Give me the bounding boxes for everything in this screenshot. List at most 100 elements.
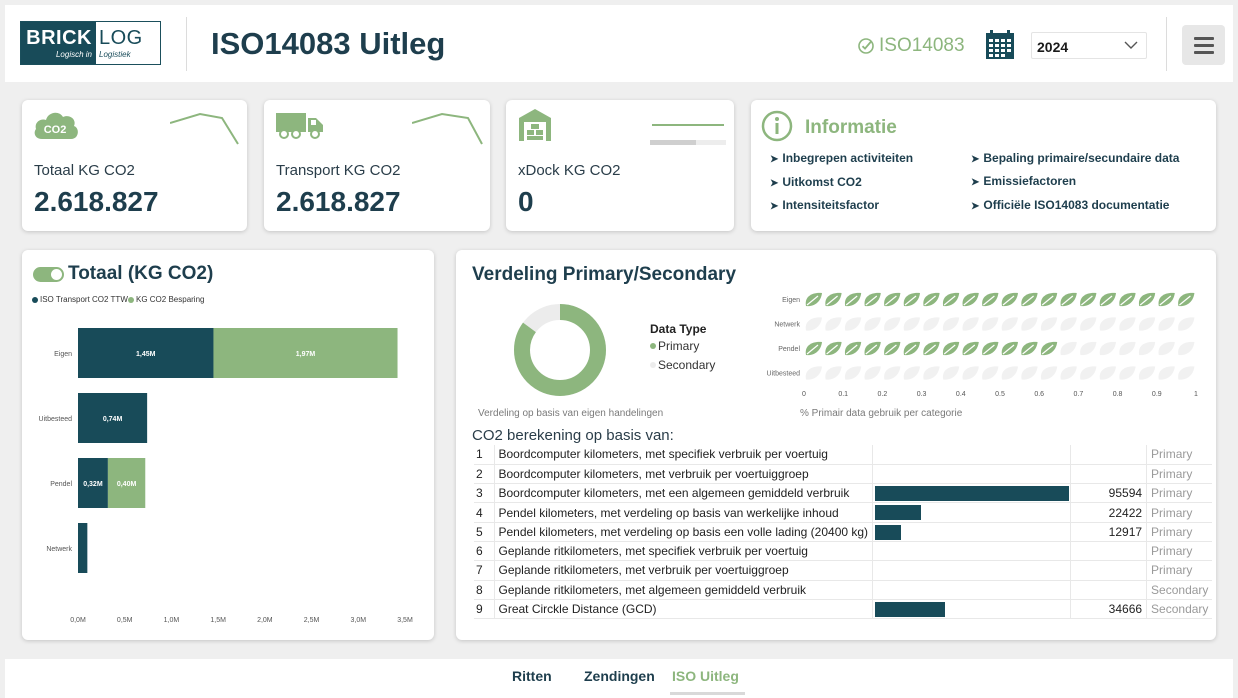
table-row[interactable]: 9 Great Circkle Distance (GCD) 34666 Second…	[474, 599, 1213, 620]
table-row[interactable]: 7 Geplande ritkilometers, met verbruik pe…	[474, 560, 1213, 581]
row-value	[1070, 464, 1147, 485]
kpi-card-totaal[interactable]: CO2 Totaal KG CO2 2.618.827	[22, 100, 247, 231]
category-label: Uitbesteed	[767, 371, 801, 378]
leaf-icon	[1021, 366, 1038, 380]
kpi-value: 2.618.827	[276, 186, 401, 217]
table-row[interactable]: 5 Pendel kilometers, met verdeling op bas…	[474, 522, 1213, 542]
leaf-icon	[1099, 341, 1116, 356]
year-value: 2024	[1037, 39, 1069, 55]
table-row[interactable]: 8 Geplande ritkilometers, met algemeen ge…	[474, 580, 1213, 600]
leaf-icon	[1021, 317, 1038, 331]
row-number: 2	[474, 464, 494, 485]
legend-item-primary[interactable]: Primary	[650, 339, 715, 353]
category-label: Pendel	[778, 346, 800, 353]
data-label: 0,40M	[117, 481, 137, 488]
tab-ritten[interactable]: Ritten	[512, 668, 552, 684]
row-value	[1070, 445, 1147, 465]
leaf-icon	[923, 366, 940, 380]
info-link-inbegrepen[interactable]: ➤ Inbegrepen activiteiten	[770, 151, 913, 165]
info-link-intensiteit[interactable]: ➤ Intensiteitsfactor	[770, 198, 879, 212]
kpi-sparkline	[170, 112, 239, 145]
x-tick-label: 0,5M	[117, 617, 133, 624]
value-bar	[875, 524, 902, 540]
bar-segment	[78, 523, 88, 573]
leaf-icon	[1158, 341, 1175, 356]
header-divider	[186, 17, 187, 71]
leaf-icon	[1138, 341, 1156, 356]
table-row[interactable]: 2 Boordcomputer kilometers, met verbruik …	[474, 464, 1213, 485]
table-row[interactable]: 4 Pendel kilometers, met verdeling op bas…	[474, 502, 1213, 523]
info-link-documentatie[interactable]: ➤ Officiële ISO14083 documentatie	[971, 198, 1169, 212]
row-value: 22422	[1070, 502, 1147, 523]
kpi-sparkline	[412, 112, 483, 145]
iso-badge[interactable]: ISO14083	[857, 35, 965, 57]
row-bar-cell	[872, 502, 1071, 523]
x-tick-label: 0.9	[1152, 391, 1162, 398]
leaf-icon	[1178, 317, 1195, 331]
header-divider-right	[1166, 17, 1167, 71]
info-link-bepaling[interactable]: ➤ Bepaling primaire/secundaire data	[971, 151, 1179, 165]
hamburger-menu-button[interactable]	[1182, 25, 1225, 65]
leaf-icon	[825, 366, 842, 380]
co2-table-heading: CO2 berekening op basis van:	[472, 427, 674, 444]
data-label: 1,97M	[296, 351, 316, 358]
tab-iso-uitleg[interactable]: ISO Uitleg	[672, 668, 739, 684]
row-description: Boordcomputer kilometers, met specifiek …	[493, 445, 873, 465]
leaf-icon	[1060, 366, 1077, 380]
check-circle-icon	[858, 38, 874, 54]
x-tick-label: 0	[802, 391, 806, 398]
svg-text:CO2: CO2	[44, 124, 67, 136]
row-value: 34666	[1070, 599, 1147, 620]
table-row[interactable]: 1 Boordcomputer kilometers, met specifiek…	[474, 445, 1213, 465]
co2-table: 1 Boordcomputer kilometers, met specifiek…	[474, 445, 1213, 620]
kpi-card-transport[interactable]: Transport KG CO2 2.618.827	[264, 100, 490, 231]
leaf-icon	[884, 317, 901, 331]
category-label: Uitbesteed	[39, 416, 73, 423]
donut-caption: Verdeling op basis van eigen handelingen	[478, 408, 664, 419]
data-label: 0,74M	[103, 416, 123, 423]
leaf-icon	[903, 317, 920, 331]
logo-tag-right: Logistiek	[99, 50, 131, 59]
chevron-right-icon: ➤	[770, 201, 779, 212]
truck-icon	[276, 113, 323, 139]
x-tick-label: 0.2	[878, 391, 888, 398]
info-link-emissiefactoren[interactable]: ➤ Emissiefactoren	[971, 174, 1076, 188]
row-type: Primary	[1146, 483, 1213, 504]
kpi-card-xdock[interactable]: xDock KG CO2 0	[506, 100, 734, 231]
row-number: 3	[474, 483, 494, 504]
legend-item-besparing[interactable]: KG CO2 Besparing	[128, 295, 204, 304]
page-title: ISO14083 Uitleg	[211, 26, 446, 61]
bricklog-logo: BRICK Logisch in LOG Logistiek	[20, 21, 161, 65]
year-select[interactable]: 2024	[1031, 32, 1147, 59]
data-label: 1,45M	[136, 351, 156, 358]
leaf-icon	[1040, 317, 1058, 331]
active-tab-indicator	[670, 692, 745, 695]
tab-zendingen[interactable]: Zendingen	[584, 668, 655, 684]
leaf-icon	[962, 366, 979, 380]
legend-item-secondary[interactable]: Secondary	[650, 358, 715, 372]
logo-brick-text: BRICK	[26, 27, 92, 49]
row-number: 4	[474, 502, 494, 523]
category-label: Netwerk	[46, 546, 72, 553]
row-number: 1	[474, 445, 494, 465]
legend-item-ttw[interactable]: ISO Transport CO2 TTW	[32, 295, 128, 304]
leaf-icon	[844, 366, 862, 380]
leaf-icon	[1119, 366, 1136, 380]
table-row[interactable]: 3 Boordcomputer kilometers, met een algem…	[474, 483, 1213, 504]
table-row[interactable]: 6 Geplande ritkilometers, met specifiek v…	[474, 541, 1213, 562]
row-type: Primary	[1146, 445, 1213, 465]
leaf-icon	[903, 366, 920, 380]
totaal-title: Totaal (KG CO2)	[68, 263, 214, 284]
iso-badge-label: ISO14083	[879, 35, 965, 56]
x-tick-label: 0.3	[917, 391, 927, 398]
toggle-switch[interactable]	[33, 267, 64, 282]
category-label: Eigen	[54, 351, 72, 358]
chevron-down-icon	[1124, 41, 1138, 49]
kpi-label: Totaal KG CO2	[34, 162, 135, 179]
top-header: BRICK Logisch in LOG Logistiek ISO14083 …	[5, 5, 1233, 82]
calendar-icon[interactable]	[985, 30, 1015, 60]
leaf-icon	[1178, 366, 1195, 380]
x-tick-label: 2,0M	[257, 617, 273, 624]
data-type-legend: Data Type Primary Secondary	[650, 322, 715, 377]
info-link-uitkomst[interactable]: ➤ Uitkomst CO2	[770, 175, 862, 189]
